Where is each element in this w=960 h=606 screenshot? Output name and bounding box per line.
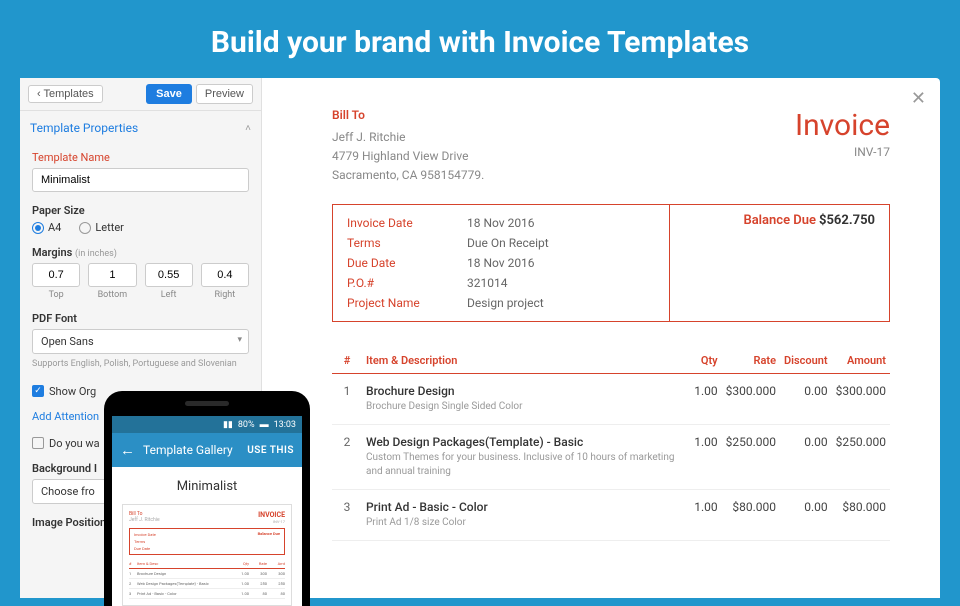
pdf-font-label: PDF Font [32, 312, 249, 325]
checkbox-icon [32, 437, 44, 449]
margin-bottom-input[interactable] [88, 263, 136, 287]
balance-due-value: $562.750 [819, 213, 875, 228]
invoice-meta-box: Invoice Date18 Nov 2016 TermsDue On Rece… [332, 204, 890, 322]
font-hint: Supports English, Polish, Portuguese and… [32, 358, 249, 371]
margins-label: Margins (in inches) [32, 246, 249, 259]
back-arrow-icon[interactable]: ← [120, 441, 135, 459]
paper-a4-option[interactable]: A4 [32, 221, 61, 234]
margin-top-input[interactable] [32, 263, 80, 287]
paper-letter-option[interactable]: Letter [79, 221, 124, 234]
close-icon[interactable]: ✕ [911, 88, 926, 109]
radio-icon [79, 222, 91, 234]
margin-left-input[interactable] [145, 263, 193, 287]
line-item-row: 1 Brochure DesignBrochure Design Single … [332, 373, 890, 424]
template-name-display: Minimalist [122, 479, 292, 494]
balance-due-label: Balance Due [743, 213, 816, 228]
radio-selected-icon [32, 222, 44, 234]
line-items-table: # Item & Description Qty Rate Discount A… [332, 348, 890, 541]
checkbox-checked-icon [32, 385, 44, 397]
template-thumbnail[interactable]: Bill ToJeff J. Ritchie INVOICEINV-17 Inv… [122, 504, 292, 606]
battery-icon: ▬ [260, 419, 269, 430]
signal-icon: ▮▮ [223, 420, 233, 430]
customer-name: Jeff J. Ritchie [332, 128, 484, 147]
use-this-button[interactable]: USE THIS [247, 445, 294, 456]
save-button[interactable]: Save [146, 84, 192, 104]
preview-button[interactable]: Preview [196, 84, 253, 104]
customer-addr2: Sacramento, CA 958154779. [332, 166, 484, 185]
template-name-input[interactable] [32, 168, 249, 192]
invoice-number: INV-17 [795, 145, 890, 159]
pdf-font-select[interactable]: Open Sans [32, 329, 249, 354]
invoice-preview: Bill To Jeff J. Ritchie 4779 Highland Vi… [262, 78, 940, 598]
paper-size-label: Paper Size [32, 204, 249, 217]
sidebar-toolbar: Templates Save Preview [20, 78, 261, 111]
invoice-title: Invoice [795, 108, 890, 143]
phone-speaker-icon [185, 401, 229, 406]
section-title: Template Properties [30, 121, 138, 135]
back-button[interactable]: Templates [28, 85, 103, 103]
margin-right-input[interactable] [201, 263, 249, 287]
phone-app-bar: ← Template Gallery USE THIS [112, 433, 302, 467]
bill-to-label: Bill To [332, 108, 484, 122]
section-header[interactable]: Template Properties ˄ [20, 111, 261, 141]
template-name-label: Template Name [32, 151, 249, 164]
phone-mockup: ▮▮ 80% ▬ 13:03 ← Template Gallery USE TH… [104, 391, 310, 606]
customer-addr1: 4779 Highland View Drive [332, 147, 484, 166]
app-bar-title: Template Gallery [143, 443, 233, 457]
phone-status-bar: ▮▮ 80% ▬ 13:03 [112, 416, 302, 433]
line-item-row: 2 Web Design Packages(Template) - BasicC… [332, 424, 890, 489]
hero-title: Build your brand with Invoice Templates [0, 0, 960, 78]
chevron-up-icon: ˄ [245, 123, 251, 134]
line-item-row: 3 Print Ad - Basic - ColorPrint Ad 1/8 s… [332, 489, 890, 540]
